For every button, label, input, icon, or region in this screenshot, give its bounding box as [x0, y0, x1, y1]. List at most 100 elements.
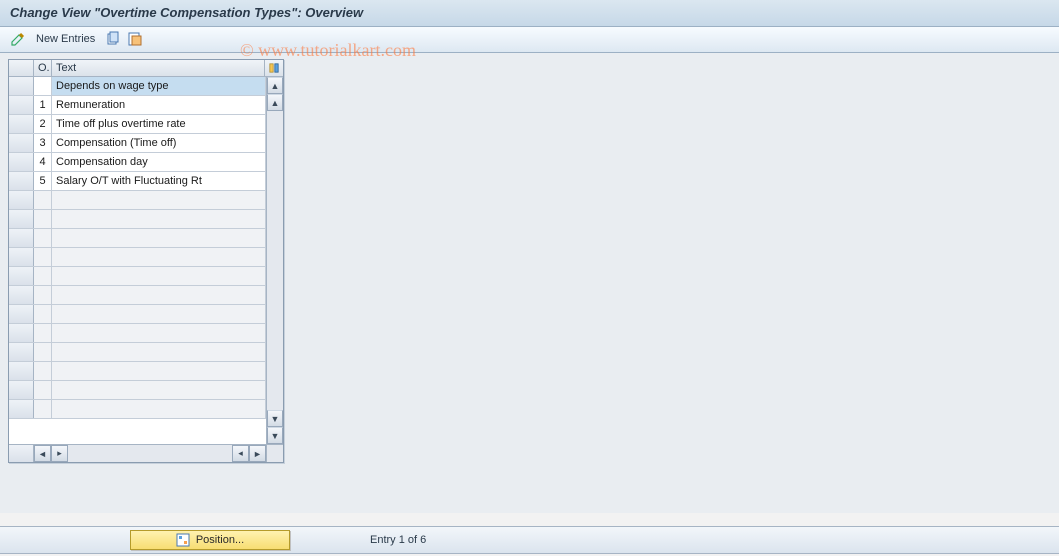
cell-text[interactable]	[52, 191, 266, 209]
scroll-left-step-button[interactable]: ▸	[51, 445, 68, 462]
position-button[interactable]: Position...	[130, 530, 290, 550]
cell-text[interactable]	[52, 248, 266, 266]
row-selector[interactable]	[9, 77, 34, 95]
scroll-right-step-button[interactable]: ◂	[232, 445, 249, 462]
page-title: Change View "Overtime Compensation Types…	[0, 0, 1059, 27]
cell-code[interactable]	[34, 286, 52, 304]
cell-code[interactable]: 4	[34, 153, 52, 171]
table-row[interactable]	[9, 305, 266, 324]
row-selector[interactable]	[9, 172, 34, 190]
table-row[interactable]	[9, 381, 266, 400]
cell-text[interactable]	[52, 362, 266, 380]
table-row[interactable]: 5Salary O/T with Fluctuating Rt	[9, 172, 266, 191]
cell-code[interactable]	[34, 381, 52, 399]
cell-text[interactable]: Depends on wage type	[52, 77, 266, 95]
table-row[interactable]: 2Time off plus overtime rate	[9, 115, 266, 134]
cell-text[interactable]: Time off plus overtime rate	[52, 115, 266, 133]
cell-code[interactable]: 3	[34, 134, 52, 152]
cell-code[interactable]: 2	[34, 115, 52, 133]
row-selector[interactable]	[9, 229, 34, 247]
table-row[interactable]	[9, 248, 266, 267]
cell-text[interactable]: Compensation day	[52, 153, 266, 171]
row-selector[interactable]	[9, 134, 34, 152]
row-selector[interactable]	[9, 286, 34, 304]
table-body: Depends on wage type1Remuneration2Time o…	[9, 77, 266, 444]
position-icon	[176, 533, 190, 547]
row-selector[interactable]	[9, 362, 34, 380]
cell-code[interactable]	[34, 229, 52, 247]
table-row[interactable]: 1Remuneration	[9, 96, 266, 115]
table-row[interactable]	[9, 229, 266, 248]
table-config-icon[interactable]	[265, 60, 283, 76]
row-selector[interactable]	[9, 400, 34, 418]
cell-code[interactable]	[34, 210, 52, 228]
table-row[interactable]: 3Compensation (Time off)	[9, 134, 266, 153]
table-row[interactable]: 4Compensation day	[9, 153, 266, 172]
row-selector[interactable]	[9, 115, 34, 133]
cell-text[interactable]: Remuneration	[52, 96, 266, 114]
row-selector[interactable]	[9, 381, 34, 399]
cell-text[interactable]	[52, 229, 266, 247]
row-selector[interactable]	[9, 324, 34, 342]
scroll-left-button[interactable]: ◄	[34, 445, 51, 462]
col-code-header[interactable]: O.	[34, 60, 52, 76]
row-selector[interactable]	[9, 96, 34, 114]
row-selector[interactable]	[9, 191, 34, 209]
new-entries-button[interactable]: New Entries	[32, 32, 99, 46]
row-selector[interactable]	[9, 248, 34, 266]
row-selector[interactable]	[9, 153, 34, 171]
cell-text[interactable]: Salary O/T with Fluctuating Rt	[52, 172, 266, 190]
cell-code[interactable]	[34, 267, 52, 285]
cell-code[interactable]	[34, 191, 52, 209]
table-row[interactable]	[9, 286, 266, 305]
table-row[interactable]	[9, 343, 266, 362]
cell-text[interactable]	[52, 210, 266, 228]
cell-code[interactable]	[34, 362, 52, 380]
copy-icon[interactable]	[105, 31, 121, 47]
scroll-right-button[interactable]: ►	[249, 445, 266, 462]
scroll-up-button[interactable]: ▲	[267, 77, 283, 94]
title-text: Change View "Overtime Compensation Types…	[10, 5, 363, 20]
delimit-icon[interactable]	[127, 31, 143, 47]
table-row[interactable]	[9, 400, 266, 419]
scroll-down-button[interactable]: ▼	[267, 427, 283, 444]
cell-text[interactable]	[52, 343, 266, 361]
cell-code[interactable]	[34, 343, 52, 361]
select-all-header[interactable]	[9, 60, 34, 76]
toggle-edit-icon[interactable]	[10, 31, 26, 47]
hscroll-track[interactable]	[68, 445, 232, 462]
toolbar: New Entries	[0, 27, 1059, 53]
cell-text[interactable]	[52, 400, 266, 418]
cell-text[interactable]	[52, 381, 266, 399]
table-body-wrap: Depends on wage type1Remuneration2Time o…	[9, 77, 283, 444]
cell-code[interactable]	[34, 400, 52, 418]
table-row[interactable]	[9, 210, 266, 229]
scroll-up-button-2[interactable]: ▲	[267, 94, 283, 111]
cell-code[interactable]: 5	[34, 172, 52, 190]
table-header: O. Text	[9, 60, 283, 77]
row-selector[interactable]	[9, 210, 34, 228]
table-row[interactable]	[9, 191, 266, 210]
table-row[interactable]	[9, 362, 266, 381]
overtime-types-table: O. Text Depends on wage type1Remuneratio…	[8, 59, 284, 463]
cell-text[interactable]	[52, 286, 266, 304]
cell-code[interactable]	[34, 77, 52, 95]
cell-text[interactable]	[52, 324, 266, 342]
cell-code[interactable]	[34, 305, 52, 323]
table-row[interactable]	[9, 267, 266, 286]
table-corner	[9, 445, 34, 462]
cell-text[interactable]: Compensation (Time off)	[52, 134, 266, 152]
scroll-track[interactable]	[267, 111, 283, 410]
cell-text[interactable]	[52, 267, 266, 285]
table-row[interactable]: Depends on wage type	[9, 77, 266, 96]
row-selector[interactable]	[9, 305, 34, 323]
cell-code[interactable]	[34, 248, 52, 266]
cell-code[interactable]: 1	[34, 96, 52, 114]
row-selector[interactable]	[9, 343, 34, 361]
col-text-header[interactable]: Text	[52, 60, 265, 76]
cell-code[interactable]	[34, 324, 52, 342]
table-row[interactable]	[9, 324, 266, 343]
cell-text[interactable]	[52, 305, 266, 323]
row-selector[interactable]	[9, 267, 34, 285]
scroll-down-button-2[interactable]: ▼	[267, 410, 283, 427]
